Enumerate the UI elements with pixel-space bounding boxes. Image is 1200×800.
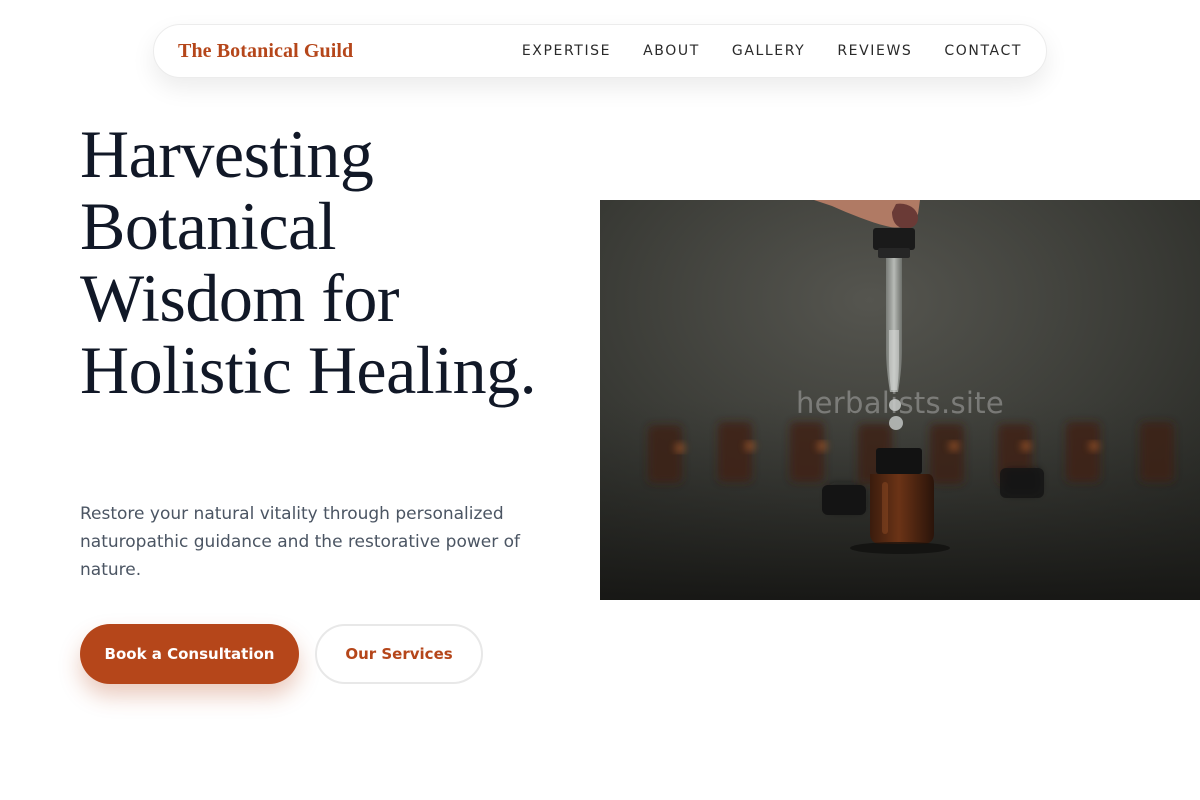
hero-description: Restore your natural vitality through pe… (80, 504, 520, 580)
book-consultation-button[interactable]: Book a Consultation (80, 624, 299, 684)
nav-link-about[interactable]: ABOUT (643, 43, 700, 59)
nav-link-reviews[interactable]: REVIEWS (837, 43, 912, 59)
brand-logo[interactable]: The Botanical Guild (178, 40, 353, 63)
image-watermark: herbalists.site (795, 386, 1005, 420)
nav-link-expertise[interactable]: EXPERTISE (522, 43, 611, 59)
hero-image: herbalists.site (600, 200, 1200, 600)
nav-links: EXPERTISE ABOUT GALLERY REVIEWS CONTACT (522, 43, 1022, 59)
nav-link-contact[interactable]: CONTACT (944, 43, 1022, 59)
top-navigation: The Botanical Guild EXPERTISE ABOUT GALL… (153, 24, 1047, 78)
nav-link-gallery[interactable]: GALLERY (732, 43, 805, 59)
hero-headline: Harvesting Botanical Wisdom for Holistic… (80, 116, 537, 408)
our-services-button[interactable]: Our Services (315, 624, 483, 684)
